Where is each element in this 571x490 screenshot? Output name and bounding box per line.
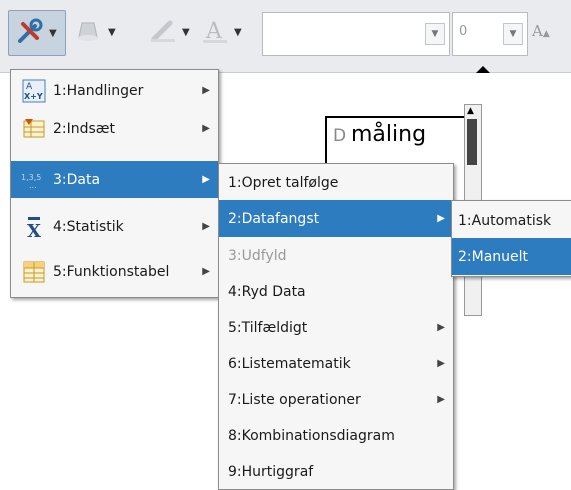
chevron-right-icon: ▶	[437, 394, 445, 405]
menu-item-listematematik[interactable]: 6:Listematematik ▶	[219, 345, 453, 382]
font-size-value: 0	[459, 24, 468, 39]
menu-item-statistik[interactable]: X 4:Statistik ▶	[11, 208, 218, 245]
chevron-down-icon: ▼	[182, 26, 190, 38]
data-icon: 1,3,5 ...	[17, 168, 51, 192]
menu-item-label: 2:Manuelt	[458, 248, 529, 265]
menu-item-label: 3:Data	[53, 171, 101, 188]
font-size-increase-icon[interactable]: A▲	[532, 22, 550, 40]
data-submenu: 1:Opret talfølge 2:Datafangst ▶ 3:Udfyld…	[218, 163, 454, 490]
datafangst-submenu: 1:Automatisk 2:Manuelt	[451, 200, 571, 277]
chevron-right-icon: ▶	[437, 213, 445, 224]
menu-item-data[interactable]: 1,3,5 ... 3:Data ▶	[11, 161, 218, 198]
menu-item-label: 1:Handlinger	[53, 82, 144, 99]
menu-item-label: 8:Kombinationsdiagram	[228, 427, 395, 444]
menu-item-udfyld: 3:Udfyld	[219, 237, 453, 274]
menu-item-handlinger[interactable]: A X+Y 1:Handlinger ▶	[11, 72, 218, 109]
scroll-thumb[interactable]	[467, 119, 477, 165]
menu-item-label: 1:Opret talfølge	[228, 174, 339, 191]
menu-item-label: 2:Indsæt	[53, 120, 116, 137]
fill-color-button[interactable]: ▼	[74, 10, 134, 54]
svg-text:X+Y: X+Y	[24, 92, 43, 101]
pointer-arrow-icon	[476, 66, 490, 73]
menu-item-label: 2:Datafangst	[228, 210, 320, 227]
menu-item-label: 1:Automatisk	[458, 212, 552, 229]
chevron-down-icon: ▼	[234, 26, 242, 38]
font-size-label: A	[532, 22, 543, 40]
menu-item-indsaet[interactable]: 2:Indsæt ▶	[11, 110, 218, 147]
menu-item-hurtiggraf[interactable]: 9:Hurtiggraf	[219, 453, 453, 490]
menu-item-liste-operationer[interactable]: 7:Liste operationer ▶	[219, 381, 453, 418]
font-size-select[interactable]: 0 ▼	[452, 12, 528, 56]
menu-item-opret-talfolge[interactable]: 1:Opret talfølge	[219, 164, 453, 201]
svg-text:X: X	[27, 221, 41, 239]
menu-item-manuelt[interactable]: 2:Manuelt	[452, 238, 571, 275]
insert-icon	[17, 117, 51, 141]
tools-button[interactable]: ▼	[8, 10, 66, 56]
menu-item-label: 3:Udfyld	[228, 247, 287, 264]
menu-item-label: 5:Funktionstabel	[53, 263, 170, 280]
toolbar: ▼ ▼ ▼ A ▼ ▼ 0 ▼ A▲	[0, 0, 571, 73]
chevron-down-icon: ▼	[49, 27, 57, 39]
menu-item-label: 6:Listematematik	[228, 355, 351, 372]
line-color-button[interactable]: ▼	[148, 10, 208, 54]
chevron-down-icon: ▼	[108, 26, 116, 38]
chevron-right-icon: ▶	[202, 123, 210, 134]
chevron-right-icon: ▶	[437, 322, 445, 333]
font-name-select[interactable]: ▼	[262, 12, 450, 56]
chevron-right-icon: ▶	[202, 174, 210, 185]
function-table-icon	[17, 260, 51, 284]
chevron-right-icon: ▶	[202, 85, 210, 96]
column-letter: D	[333, 126, 347, 146]
menu-item-label: 9:Hurtiggraf	[228, 463, 314, 480]
actions-icon: A X+Y	[17, 79, 51, 103]
tools-menu: A X+Y 1:Handlinger ▶ 2:Indsæt ▶ 1,3,5 ..…	[10, 69, 219, 298]
text-color-icon: A	[200, 15, 230, 49]
scroll-up-icon[interactable]: ▲	[467, 106, 474, 116]
fill-bucket-icon	[74, 15, 104, 49]
svg-text:A: A	[26, 82, 33, 92]
menu-item-ryd-data[interactable]: 4:Ryd Data	[219, 273, 453, 310]
menu-item-tilfaeldigt[interactable]: 5:Tilfældigt ▶	[219, 309, 453, 346]
wrench-screwdriver-icon	[15, 16, 45, 50]
chevron-right-icon: ▶	[437, 358, 445, 369]
column-header-d[interactable]: D måling	[325, 116, 469, 166]
chevron-right-icon: ▶	[202, 221, 210, 232]
menu-item-funktionstabel[interactable]: 5:Funktionstabel ▶	[11, 253, 218, 290]
chevron-down-icon[interactable]: ▼	[503, 23, 523, 45]
pen-icon	[148, 15, 178, 49]
menu-item-label: 4:Ryd Data	[228, 283, 306, 300]
menu-item-automatisk[interactable]: 1:Automatisk	[452, 202, 571, 239]
chevron-right-icon: ▶	[202, 266, 210, 277]
chevron-down-icon[interactable]: ▼	[425, 23, 445, 45]
column-name: måling	[351, 122, 427, 147]
svg-text:...: ...	[29, 181, 37, 190]
menu-item-label: 5:Tilfældigt	[228, 319, 308, 336]
text-color-button[interactable]: A ▼	[200, 10, 260, 54]
menu-item-label: 4:Statistik	[53, 218, 124, 235]
statistics-icon: X	[17, 215, 51, 239]
menu-item-label: 7:Liste operationer	[228, 391, 361, 408]
menu-item-datafangst[interactable]: 2:Datafangst ▶	[219, 200, 453, 237]
menu-item-kombinationsdiagram[interactable]: 8:Kombinationsdiagram	[219, 417, 453, 454]
